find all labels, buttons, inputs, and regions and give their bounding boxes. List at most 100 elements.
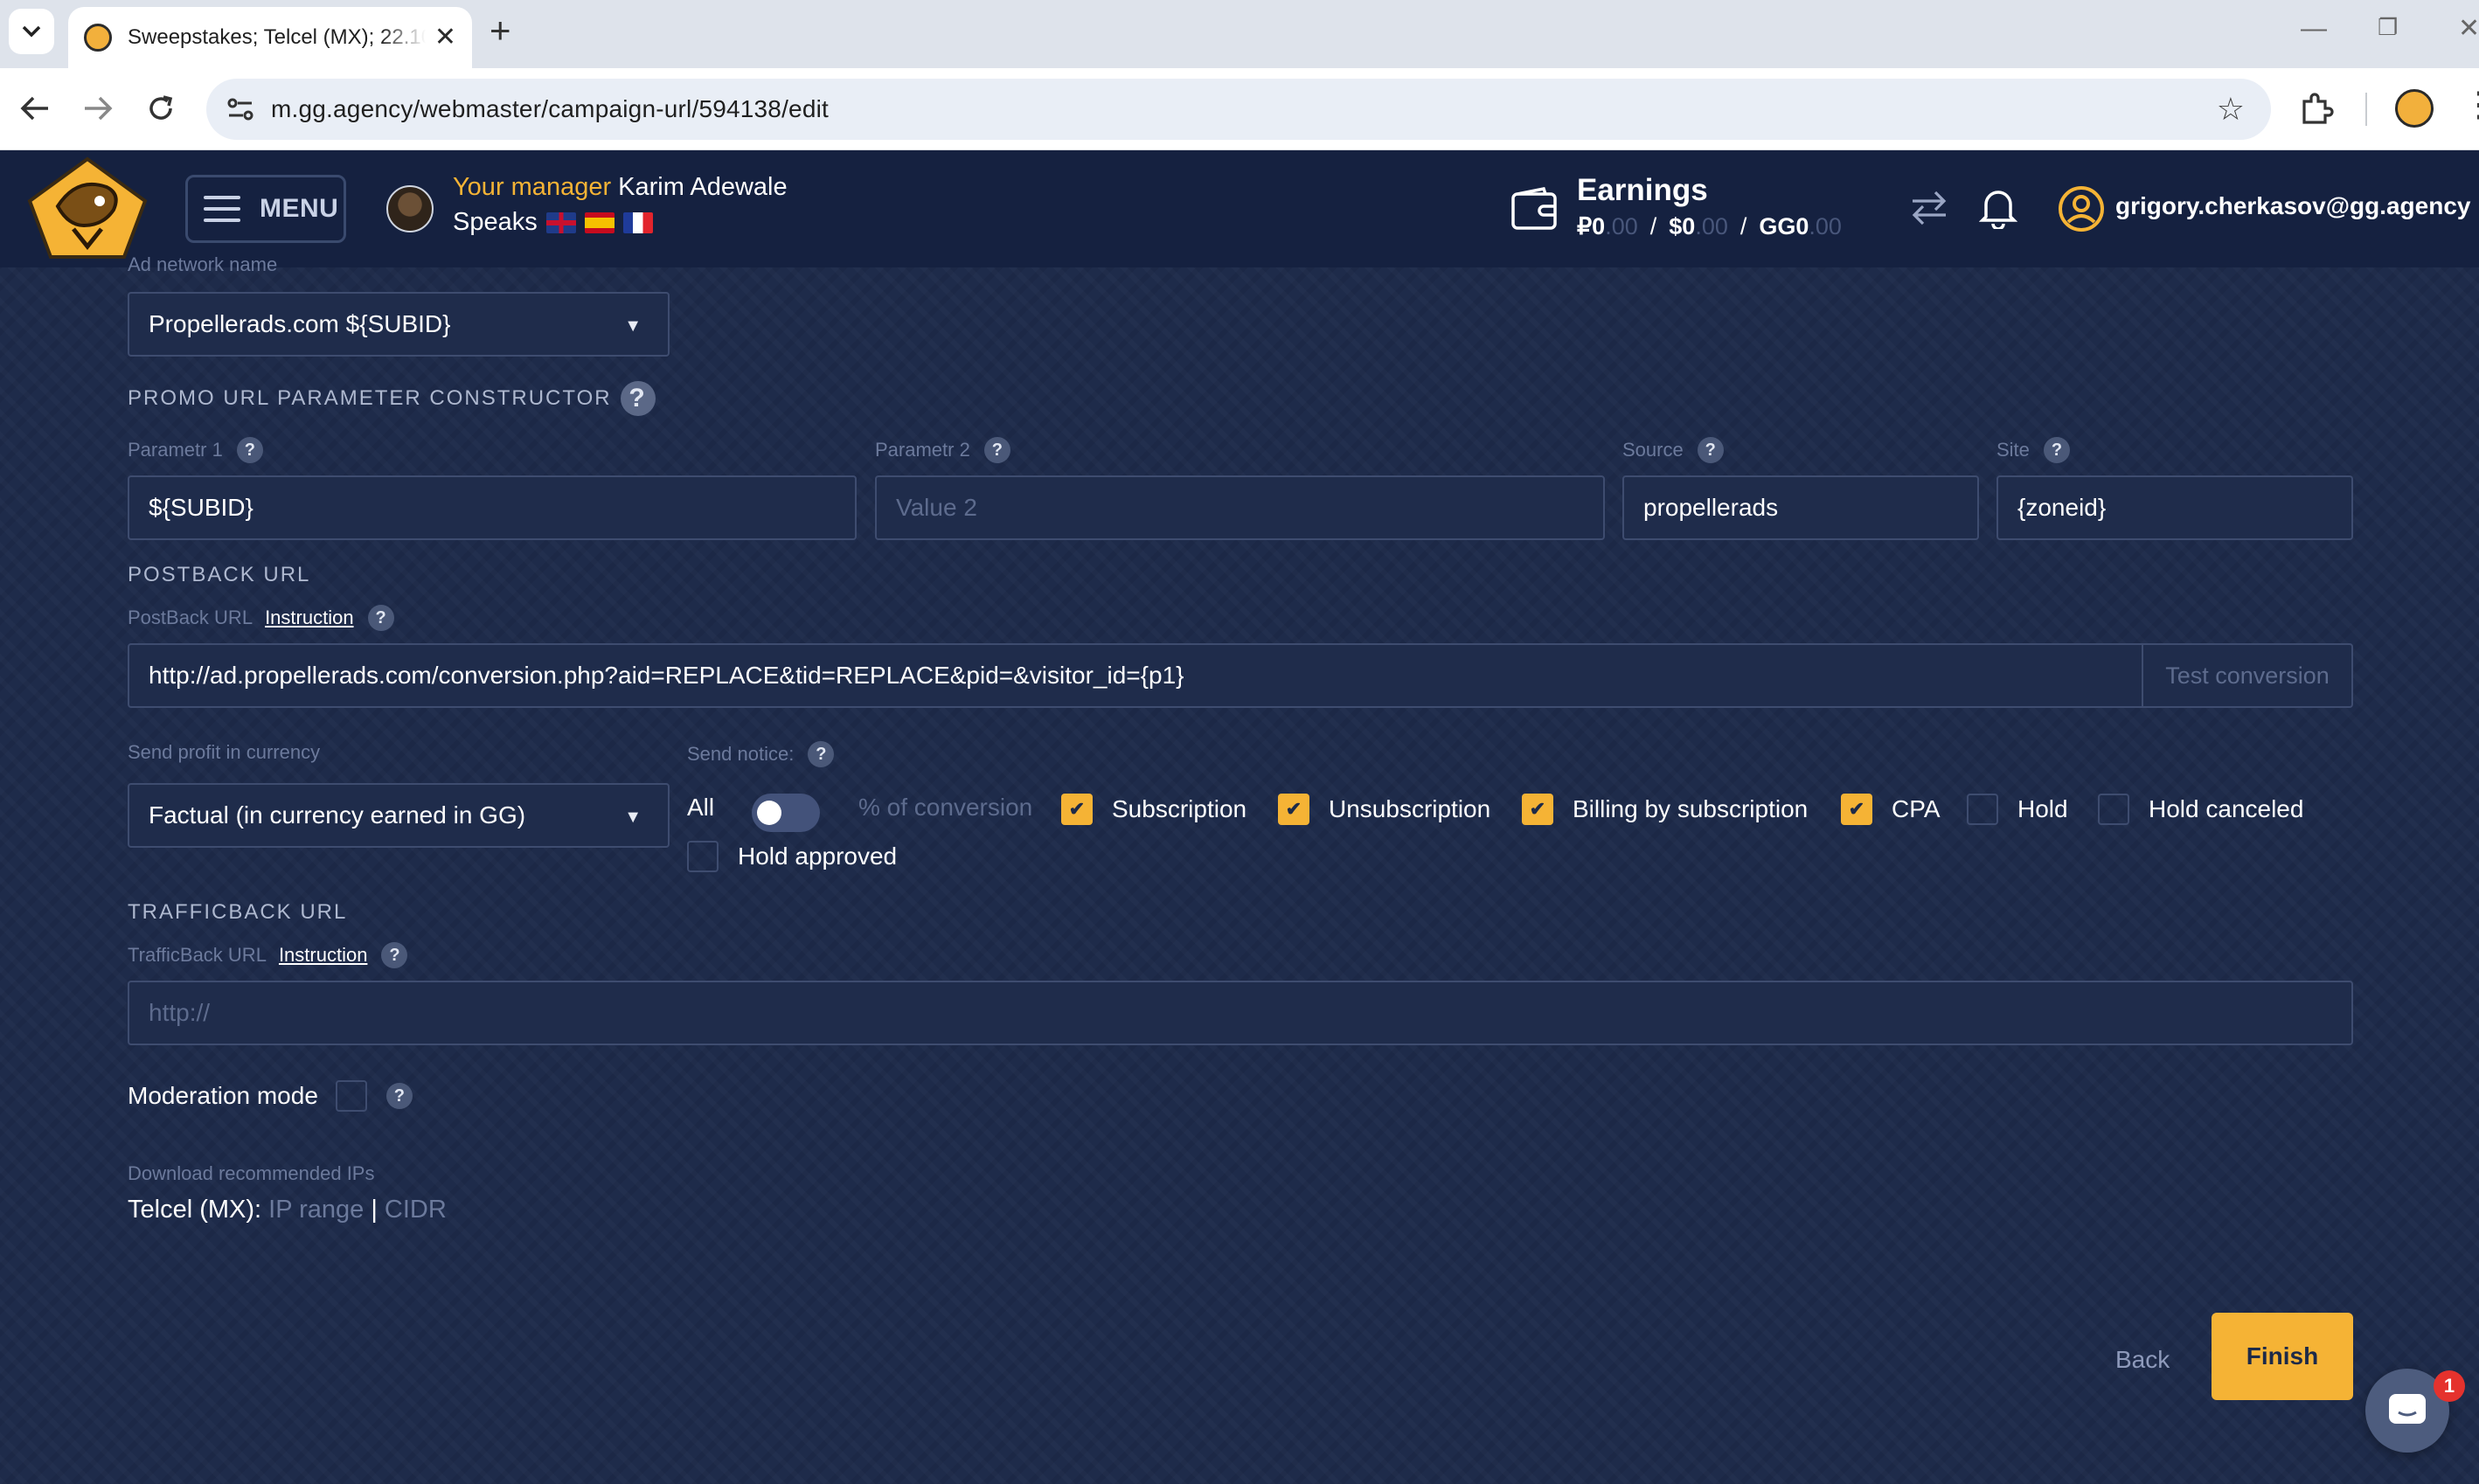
forward-arrow-icon[interactable] — [75, 86, 121, 131]
send-notice-label: Send notice: ? — [687, 741, 835, 767]
notice-option-label: Subscription — [1112, 795, 1247, 822]
bookmark-star-icon[interactable]: ☆ — [2217, 91, 2245, 128]
uk-flag-icon — [545, 212, 576, 233]
source-input[interactable]: propellerads — [1622, 475, 1979, 540]
promo-constructor-title: PROMO URL PARAMETER CONSTRUCTOR ? — [128, 381, 656, 416]
help-icon[interactable]: ? — [385, 1083, 413, 1109]
param1-input[interactable]: ${SUBID} — [128, 475, 857, 540]
notice-option-label: Unsubscription — [1329, 795, 1491, 822]
param1-label-text: Parametr 1 — [128, 439, 223, 461]
back-arrow-icon[interactable] — [12, 86, 58, 131]
user-email[interactable]: grigory.cherkasov@gg.agency — [2115, 192, 2470, 220]
checkbox-unchecked[interactable] — [2098, 794, 2129, 825]
help-icon[interactable]: ? — [1697, 437, 1724, 463]
notifications-bell-icon[interactable] — [1979, 185, 2017, 229]
chevron-down-icon: ▼ — [624, 808, 642, 827]
test-conversion-button[interactable]: Test conversion — [2142, 645, 2351, 706]
earnings-rub-decimals: .00 — [1605, 213, 1638, 239]
chevron-down-icon — [22, 25, 41, 38]
manager-name[interactable]: Karim Adewale — [618, 173, 787, 201]
help-icon[interactable]: ? — [381, 942, 408, 968]
help-icon[interactable]: ? — [983, 437, 1010, 463]
profit-currency-label: Send profit in currency — [128, 741, 321, 763]
notice-option-label: Hold approved — [738, 843, 898, 870]
restore-window-button[interactable]: ❐ — [2378, 16, 2398, 38]
browser-tab-active[interactable]: Sweepstakes; Telcel (MX); 22.10. ✕ — [68, 7, 472, 68]
new-tab-button[interactable]: + — [490, 12, 511, 49]
toggle-knob — [757, 801, 781, 825]
notice-option-hold-approved[interactable]: Hold approved — [687, 841, 897, 872]
checkbox-checked[interactable]: ✔ — [1522, 794, 1553, 825]
wallet-icon[interactable] — [1510, 187, 1558, 231]
tab-search-button[interactable] — [9, 9, 54, 54]
moderation-mode-label: Moderation mode — [128, 1082, 318, 1109]
moderation-mode-checkbox[interactable] — [335, 1080, 367, 1112]
gg-agency-logo[interactable] — [23, 156, 152, 260]
site-input[interactable]: {zoneid} — [1996, 475, 2353, 540]
param2-label: Parametr 2 ? — [875, 437, 1010, 463]
finish-button[interactable]: Finish — [2212, 1313, 2353, 1400]
user-profile-icon[interactable] — [2058, 185, 2105, 232]
conversion-percent-toggle[interactable] — [752, 794, 820, 832]
notice-option-subscription[interactable]: ✔ Subscription — [1061, 794, 1246, 825]
browser-profile-icon[interactable] — [2395, 89, 2434, 128]
url-text: m.gg.agency/webmaster/campaign-url/59413… — [271, 95, 829, 122]
help-icon[interactable]: ? — [620, 381, 656, 416]
minimize-window-button[interactable]: — — [2301, 16, 2327, 42]
close-window-button[interactable]: ✕ — [2458, 16, 2479, 42]
trafficback-title: TRAFFICBACK URL — [128, 900, 348, 924]
notice-option-cpa[interactable]: ✔ CPA — [1841, 794, 1941, 825]
cidr-link[interactable]: CIDR — [385, 1196, 447, 1224]
param1-label: Parametr 1 ? — [128, 437, 263, 463]
param2-placeholder: Value 2 — [896, 494, 977, 521]
earnings-usd-decimals: .00 — [1695, 213, 1728, 239]
postback-label-text: PostBack URL — [128, 607, 253, 628]
checkbox-unchecked[interactable] — [1967, 794, 1998, 825]
earnings-usd: $0 — [1669, 213, 1696, 239]
site-info-icon[interactable] — [224, 93, 257, 126]
manager-languages: Speaks — [453, 208, 653, 237]
checkbox-unchecked[interactable] — [687, 841, 719, 872]
postback-instruction-link[interactable]: Instruction — [265, 607, 354, 629]
help-icon[interactable]: ? — [236, 437, 263, 463]
menu-button[interactable]: MENU — [185, 175, 346, 243]
notice-option-unsubscription[interactable]: ✔ Unsubscription — [1278, 794, 1490, 825]
help-icon[interactable]: ? — [808, 741, 835, 767]
reload-icon[interactable] — [138, 86, 184, 131]
checkbox-checked[interactable]: ✔ — [1061, 794, 1093, 825]
checkbox-checked[interactable]: ✔ — [1841, 794, 1872, 825]
notice-option-hold-canceled[interactable]: Hold canceled — [2098, 794, 2303, 825]
help-icon[interactable]: ? — [2043, 437, 2070, 463]
chat-icon — [2389, 1394, 2426, 1424]
notice-option-label: Hold — [2017, 795, 2068, 822]
back-button[interactable]: Back — [2115, 1316, 2203, 1404]
trafficback-url-input[interactable]: http:// — [128, 981, 2353, 1045]
ip-divider: | — [371, 1196, 378, 1224]
trafficback-placeholder: http:// — [149, 999, 211, 1026]
notice-option-label: Billing by subscription — [1573, 795, 1809, 822]
help-icon[interactable]: ? — [367, 605, 394, 631]
ip-range-link[interactable]: IP range — [268, 1196, 364, 1224]
param1-value: ${SUBID} — [149, 494, 253, 521]
profit-currency-select[interactable]: Factual (in currency earned in GG) ▼ — [128, 783, 670, 848]
moderation-mode-row: Moderation mode ? — [128, 1080, 413, 1112]
checkbox-checked[interactable]: ✔ — [1278, 794, 1309, 825]
notice-option-label: Hold canceled — [2149, 795, 2304, 822]
gg-favicon-icon — [84, 24, 112, 52]
download-ips-label: Download recommended IPs — [128, 1162, 375, 1184]
notice-option-hold[interactable]: Hold — [1967, 794, 2068, 825]
notice-option-billing[interactable]: ✔ Billing by subscription — [1522, 794, 1808, 825]
trafficback-instruction-link[interactable]: Instruction — [279, 944, 368, 967]
ad-network-value: Propellerads.com ${SUBID} — [149, 310, 451, 337]
ad-network-select[interactable]: Propellerads.com ${SUBID} ▼ — [128, 292, 670, 357]
param2-input[interactable]: Value 2 — [875, 475, 1605, 540]
postback-url-input[interactable]: http://ad.propellerads.com/conversion.ph… — [128, 643, 2353, 708]
extensions-puzzle-icon[interactable] — [2299, 91, 2334, 126]
toolbar-separator — [2365, 93, 2367, 126]
browser-menu-icon[interactable]: ⋮ — [2462, 87, 2479, 122]
earnings-separator: / — [1739, 213, 1747, 239]
source-label: Source ? — [1622, 437, 1724, 463]
close-tab-icon[interactable]: ✕ — [434, 24, 456, 51]
address-bar[interactable]: m.gg.agency/webmaster/campaign-url/59413… — [206, 79, 2271, 140]
currency-exchange-icon[interactable] — [1909, 189, 1949, 227]
